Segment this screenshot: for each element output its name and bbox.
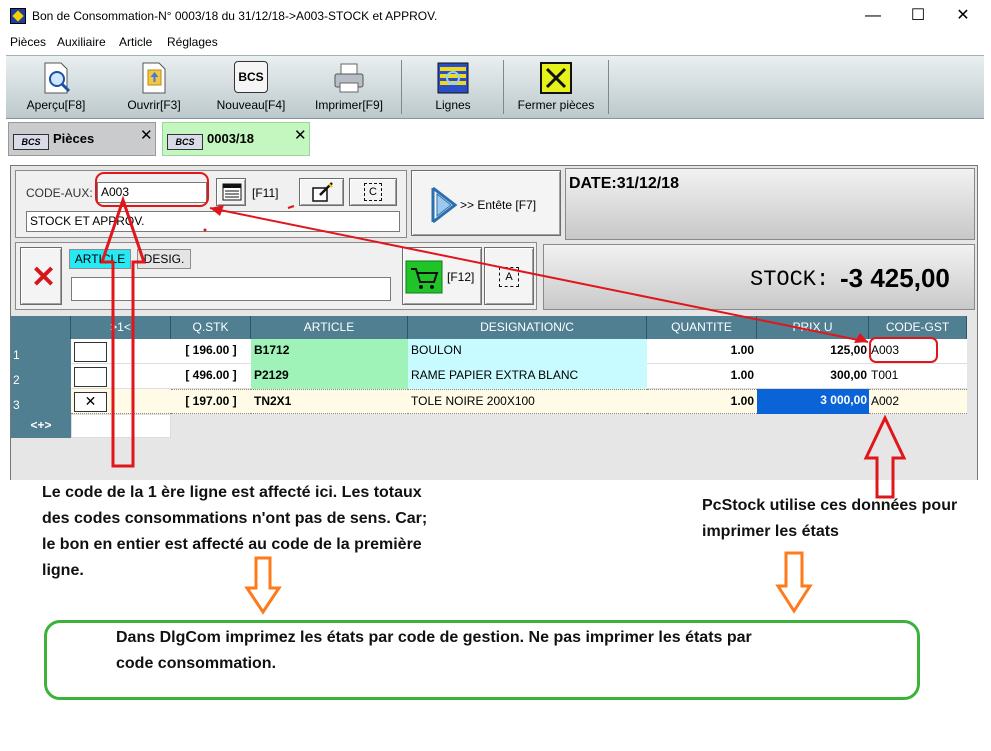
red-mark	[287, 205, 295, 209]
up-arrow-right	[863, 414, 907, 499]
connector-arrowhead	[854, 333, 868, 343]
up-arrow-left	[99, 195, 147, 468]
red-mark	[203, 228, 207, 232]
connector-arrowhead	[210, 205, 224, 216]
connector-line	[209, 207, 869, 343]
code-gst-highlight	[869, 337, 938, 363]
code-aux-highlight	[95, 172, 209, 207]
down-arrow-right	[775, 551, 813, 614]
annotation-overlay	[95, 172, 938, 615]
down-arrow-left	[244, 556, 282, 615]
